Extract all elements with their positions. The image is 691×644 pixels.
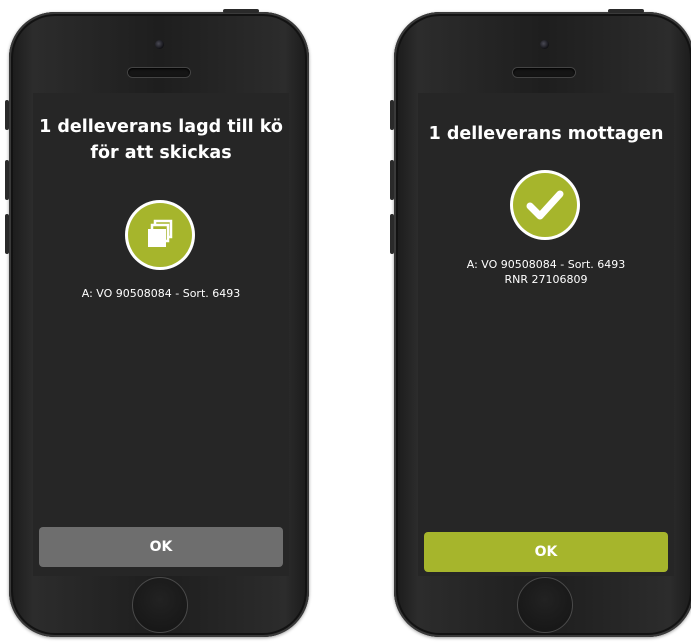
ok-button[interactable]: OK xyxy=(424,532,668,572)
mute-switch xyxy=(5,100,9,130)
earpiece-speaker xyxy=(128,68,190,77)
volume-down-button xyxy=(390,214,394,254)
dialog-title: 1 delleverans lagd till kö för att skick… xyxy=(33,114,289,166)
queued-status-badge xyxy=(128,203,192,267)
received-status-badge xyxy=(513,173,577,237)
home-button[interactable] xyxy=(517,577,573,633)
queued-dialog-screen: 1 delleverans lagd till kö för att skick… xyxy=(33,93,289,576)
delivery-info: A: VO 90508084 - Sort. 6493 xyxy=(81,287,241,300)
mute-switch xyxy=(390,100,394,130)
phone-frame-queued: 1 delleverans lagd till kö för att skick… xyxy=(5,9,309,637)
front-camera xyxy=(155,40,164,49)
earpiece-speaker xyxy=(513,68,575,77)
front-camera xyxy=(540,40,549,49)
copy-icon xyxy=(148,219,173,247)
received-dialog-screen: 1 delleverans mottagen A: VO 90508084 - … xyxy=(418,93,674,576)
ok-button[interactable]: OK xyxy=(39,527,283,567)
delivery-info: A: VO 90508084 - Sort. 6493 xyxy=(466,258,626,271)
volume-up-button xyxy=(5,160,9,200)
volume-up-button xyxy=(390,160,394,200)
dialog-title: 1 delleverans mottagen xyxy=(428,124,664,144)
rnr-number: RNR 27106809 xyxy=(504,273,588,286)
phone-frame-received: 1 delleverans mottagen A: VO 90508084 - … xyxy=(390,9,691,637)
home-button[interactable] xyxy=(132,577,188,633)
power-button xyxy=(223,9,259,13)
checkmark-icon xyxy=(526,190,564,220)
power-button xyxy=(608,9,644,13)
dialog-title-line1: 1 delleverans lagd till kö xyxy=(39,117,283,137)
dialog-title-line2: för att skickas xyxy=(90,143,232,163)
volume-down-button xyxy=(5,214,9,254)
